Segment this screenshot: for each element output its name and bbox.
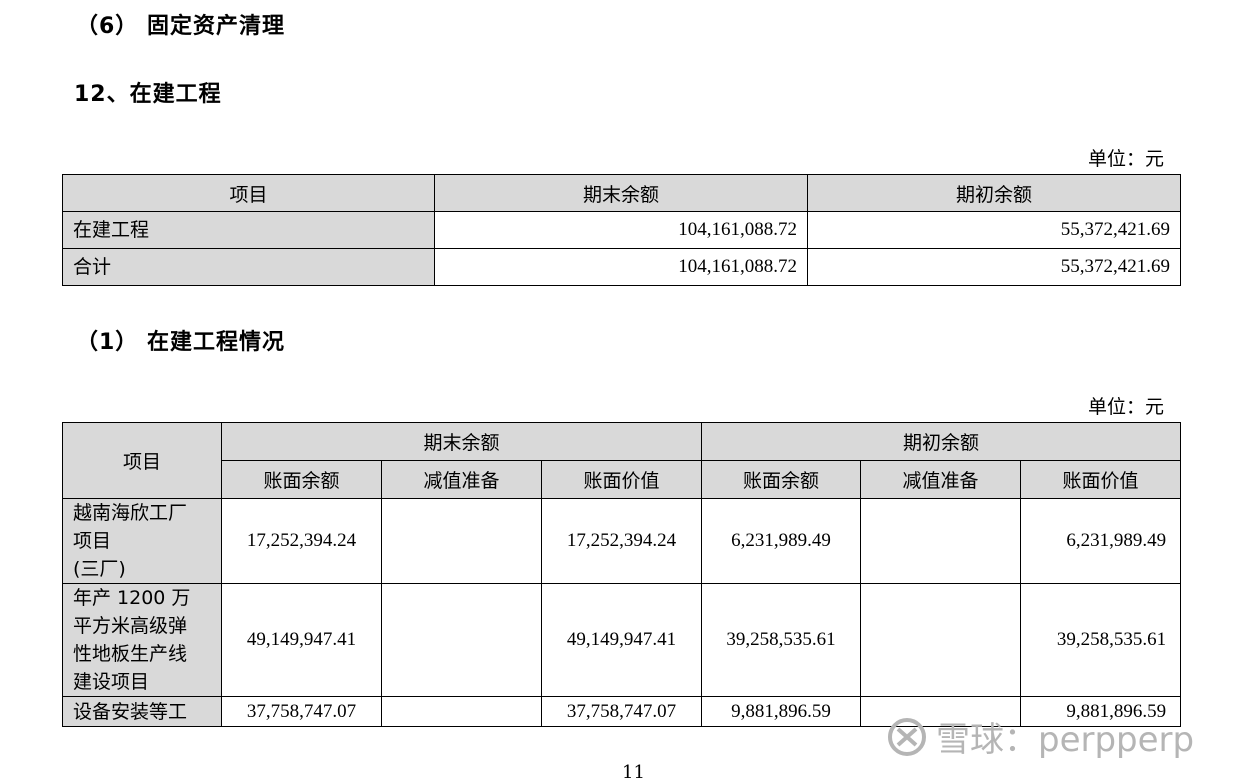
beginning-balance-cell: 55,372,421.69 — [807, 248, 1181, 286]
column-header-impairment: 减值准备 — [381, 460, 542, 499]
row-label-line: 建设项目 — [73, 671, 150, 693]
row-label-line: 越南海欣工厂 — [73, 502, 188, 524]
value-cell: 49,149,947.41 — [221, 583, 382, 697]
column-header-book-balance: 账面余额 — [221, 460, 382, 499]
row-label-line: 设备安装等工 — [73, 700, 188, 723]
row-label-line: 平方米高级弹 — [73, 615, 188, 637]
value-cell — [381, 696, 542, 727]
table-row: 年产 1200 万 平方米高级弹 性地板生产线 建设项目 49,149,947.… — [62, 583, 1182, 697]
column-header-book-value: 账面价值 — [1020, 460, 1182, 499]
value-cell: 39,258,535.61 — [1020, 583, 1182, 697]
row-label-line: 年产 1200 万 — [73, 587, 191, 609]
column-header-impairment: 减值准备 — [860, 460, 1022, 499]
table-subheader-row: 账面余额 减值准备 账面价值 账面余额 减值准备 账面价值 — [63, 460, 1182, 499]
row-label-line: 项目 — [73, 530, 112, 552]
column-header-beginning-balance: 期初余额 — [807, 174, 1181, 212]
snowball-logo-icon — [886, 716, 928, 758]
column-header-ending-balance: 期末余额 — [434, 174, 808, 212]
value-cell — [381, 498, 542, 584]
value-cell: 39,258,535.61 — [701, 583, 862, 697]
unit-label: 单位：元 — [1088, 148, 1165, 170]
table-row: 越南海欣工厂 项目 (三厂) 17,252,394.24 17,252,394.… — [62, 498, 1182, 584]
watermark-text: 雪球：perpperp — [936, 720, 1195, 760]
value-cell: 6,231,989.49 — [1020, 498, 1182, 584]
value-cell: 37,758,747.07 — [221, 696, 382, 727]
column-header-book-balance: 账面余额 — [701, 460, 862, 499]
value-cell: 17,252,394.24 — [540, 498, 703, 584]
value-cell: 37,758,747.07 — [540, 696, 703, 727]
table-header-row: 项目 期末余额 期初余额 — [62, 422, 1182, 499]
ending-balance-cell: 104,161,088.72 — [434, 211, 808, 249]
row-label-line: (三厂) — [73, 558, 126, 580]
row-label-line: 性地板生产线 — [73, 643, 188, 665]
table-row: 在建工程 104,161,088.72 55,372,421.69 — [62, 211, 1181, 249]
value-cell: 49,149,947.41 — [540, 583, 703, 697]
row-label: 在建工程 — [62, 211, 435, 249]
group-header-ending-balance: 期末余额 — [220, 422, 703, 461]
group-header-beginning-balance: 期初余额 — [701, 422, 1182, 461]
unit-label: 单位：元 — [1088, 396, 1165, 418]
table-row-total: 合计 104,161,088.72 55,372,421.69 — [62, 248, 1181, 286]
column-header-item: 项目 — [62, 174, 435, 212]
value-cell — [860, 498, 1022, 584]
page-number: 11 — [622, 762, 645, 783]
column-header-book-value: 账面价值 — [540, 460, 703, 499]
construction-details-table: 项目 期末余额 期初余额 账面余额 减值准备 账面价值 账面余额 减值准备 账面… — [62, 422, 1182, 727]
construction-summary-table: 项目 期末余额 期初余额 在建工程 104,161,088.72 55,372,… — [62, 174, 1181, 286]
beginning-balance-cell: 55,372,421.69 — [807, 211, 1181, 249]
table-header-row: 项目 期末余额 期初余额 — [62, 174, 1181, 212]
heading-construction-in-progress: 12、在建工程 — [74, 82, 222, 107]
value-cell — [860, 583, 1022, 697]
ending-balance-cell: 104,161,088.72 — [434, 248, 808, 286]
value-cell: 17,252,394.24 — [221, 498, 382, 584]
value-cell — [381, 583, 542, 697]
row-label: 合计 — [62, 248, 435, 286]
watermark: 雪球：perpperp — [886, 712, 1194, 761]
column-header-item: 项目 — [62, 422, 222, 499]
value-cell: 6,231,989.49 — [701, 498, 862, 584]
value-cell: 9,881,896.59 — [701, 696, 862, 727]
heading-fixed-asset-cleanup: （6） 固定资产清理 — [76, 14, 285, 39]
row-label: 设备安装等工 — [62, 696, 222, 727]
row-label: 年产 1200 万 平方米高级弹 性地板生产线 建设项目 — [62, 583, 222, 697]
row-label: 越南海欣工厂 项目 (三厂) — [62, 498, 222, 584]
heading-cip-details: （1） 在建工程情况 — [76, 330, 285, 355]
